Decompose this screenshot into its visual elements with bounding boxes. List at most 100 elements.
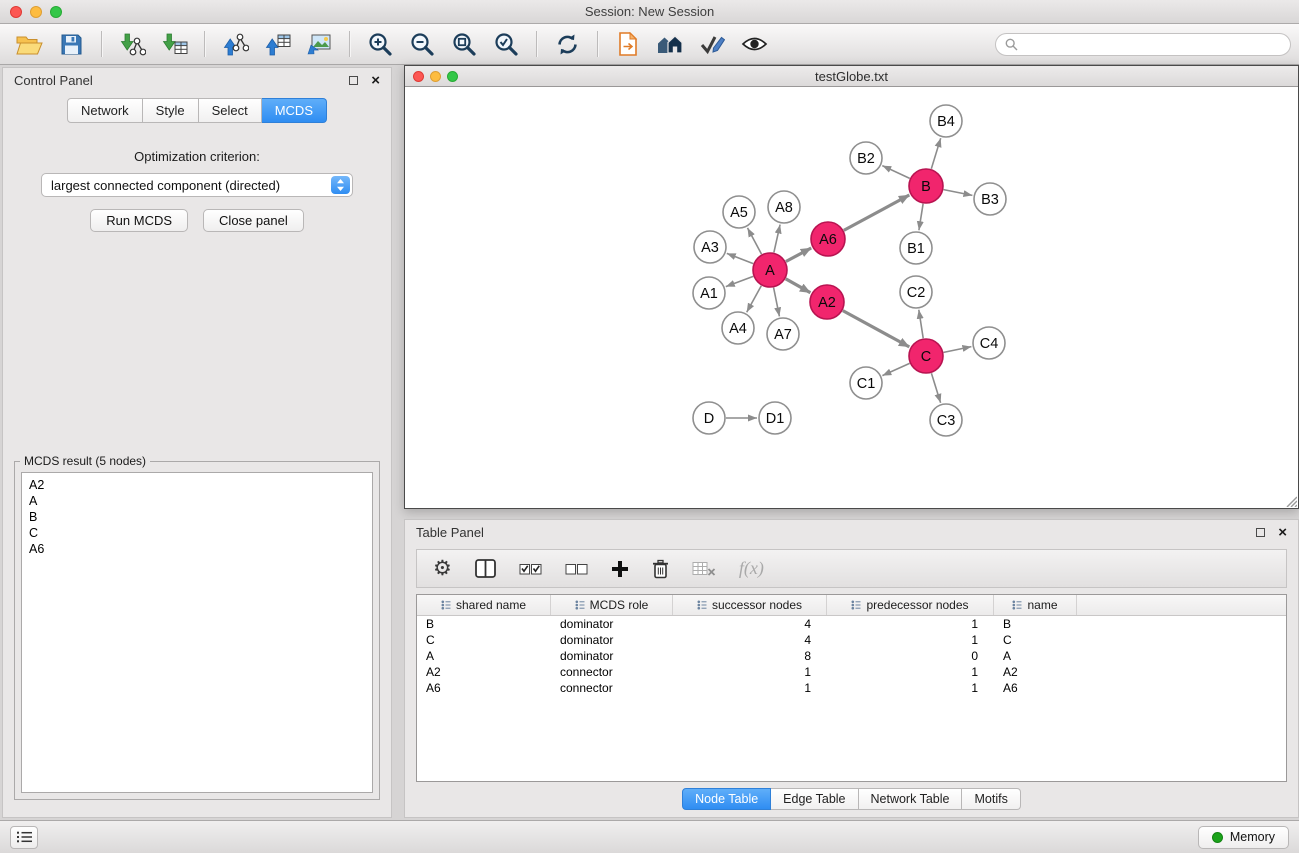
cell-shared-name[interactable]: A6	[417, 681, 551, 695]
float-panel-icon[interactable]	[349, 76, 358, 85]
tab-network[interactable]: Network	[67, 98, 143, 123]
cell-predecessor-nodes[interactable]: 1	[827, 633, 994, 647]
cell-predecessor-nodes[interactable]: 0	[827, 649, 994, 663]
graph-node-D[interactable]: D	[693, 402, 725, 434]
graph-node-A6[interactable]: A6	[811, 222, 845, 256]
close-table-panel-icon[interactable]: ×	[1278, 525, 1287, 540]
memory-button[interactable]: Memory	[1198, 826, 1289, 849]
mcds-result-list[interactable]: A2 A B C A6	[21, 472, 373, 793]
close-window-icon[interactable]	[10, 6, 22, 18]
column-header-successor-nodes[interactable]: successor nodes	[673, 595, 827, 615]
table-row[interactable]: C dominator 4 1 C	[417, 632, 1286, 648]
cell-mcds-role[interactable]: dominator	[551, 649, 673, 663]
optimization-criterion-dropdown[interactable]: largest connected component (directed)	[41, 173, 353, 197]
cell-shared-name[interactable]: A	[417, 649, 551, 663]
unselect-all-button[interactable]	[565, 561, 588, 577]
tab-select[interactable]: Select	[199, 98, 262, 123]
graph-node-A[interactable]: A	[753, 253, 787, 287]
apply-style-button[interactable]	[694, 28, 730, 60]
add-row-button[interactable]	[611, 560, 629, 578]
graph-node-A3[interactable]: A3	[694, 231, 726, 263]
table-row[interactable]: A2 connector 1 1 A2	[417, 664, 1286, 680]
graph-edge-A-A6[interactable]	[786, 248, 811, 262]
zoom-window-icon[interactable]	[50, 6, 62, 18]
graph-node-A5[interactable]: A5	[723, 196, 755, 228]
column-header-shared-name[interactable]: shared name	[417, 595, 551, 615]
graph-edge-C-C4[interactable]	[944, 347, 972, 353]
zoom-out-button[interactable]	[404, 28, 440, 60]
graph-edge-C-C2[interactable]	[919, 310, 923, 338]
graph-node-B[interactable]: B	[909, 169, 943, 203]
graph-node-A2[interactable]: A2	[810, 285, 844, 319]
network-window-titlebar[interactable]: testGlobe.txt	[405, 66, 1298, 87]
cell-predecessor-nodes[interactable]: 1	[827, 617, 994, 631]
cell-name[interactable]: B	[994, 617, 1077, 631]
graph-node-A1[interactable]: A1	[693, 277, 725, 309]
network-graph[interactable]: B4B2BB3A5A8A6B1A3AC2A1A2A4A7C4CC1C3DD1	[405, 88, 1298, 509]
delete-row-button[interactable]	[652, 559, 669, 579]
graph-edge-A-A2[interactable]	[786, 279, 811, 293]
graph-edge-C-C3[interactable]	[931, 373, 940, 403]
graph-node-B3[interactable]: B3	[974, 183, 1006, 215]
graph-edge-A2-C[interactable]	[843, 311, 910, 347]
graphics-details-button[interactable]	[736, 28, 772, 60]
column-header-name[interactable]: name	[994, 595, 1077, 615]
graph-node-A8[interactable]: A8	[768, 191, 800, 223]
tab-network-table[interactable]: Network Table	[859, 788, 963, 810]
graph-edge-A-A8[interactable]	[774, 225, 780, 253]
zoom-view-icon[interactable]	[447, 71, 458, 82]
minimize-window-icon[interactable]	[30, 6, 42, 18]
cell-mcds-role[interactable]: connector	[551, 665, 673, 679]
graph-node-D1[interactable]: D1	[759, 402, 791, 434]
export-network-button[interactable]	[217, 28, 253, 60]
float-table-panel-icon[interactable]	[1256, 528, 1265, 537]
export-image-button[interactable]	[301, 28, 337, 60]
graph-edge-A-A1[interactable]	[726, 276, 753, 286]
graph-edge-B-B4[interactable]	[931, 138, 940, 169]
clone-network-button[interactable]	[610, 28, 646, 60]
search-box[interactable]	[995, 33, 1291, 56]
minimize-view-icon[interactable]	[430, 71, 441, 82]
graph-node-A4[interactable]: A4	[722, 312, 754, 344]
graph-node-B1[interactable]: B1	[900, 232, 932, 264]
import-table-button[interactable]	[156, 28, 192, 60]
column-header-predecessor-nodes[interactable]: predecessor nodes	[827, 595, 994, 615]
show-column-button[interactable]	[475, 559, 496, 578]
graph-node-A7[interactable]: A7	[767, 318, 799, 350]
graph-node-C4[interactable]: C4	[973, 327, 1005, 359]
cell-name[interactable]: A6	[994, 681, 1077, 695]
export-table-button[interactable]	[259, 28, 295, 60]
graph-edge-C-C1[interactable]	[882, 363, 909, 375]
import-network-button[interactable]	[114, 28, 150, 60]
graph-edge-A-A4[interactable]	[747, 286, 762, 312]
cell-shared-name[interactable]: A2	[417, 665, 551, 679]
close-view-icon[interactable]	[413, 71, 424, 82]
cell-shared-name[interactable]: C	[417, 633, 551, 647]
tab-motifs[interactable]: Motifs	[962, 788, 1020, 810]
cell-mcds-role[interactable]: connector	[551, 681, 673, 695]
cell-successor-nodes[interactable]: 4	[673, 617, 827, 631]
graph-edge-A-A5[interactable]	[748, 228, 762, 254]
cell-name[interactable]: A	[994, 649, 1077, 663]
cell-predecessor-nodes[interactable]: 1	[827, 681, 994, 695]
tab-mcds[interactable]: MCDS	[262, 98, 327, 123]
resize-grip-icon[interactable]	[1284, 494, 1297, 507]
function-builder-button[interactable]: f(x)	[739, 558, 764, 579]
table-settings-button[interactable]: ⚙	[433, 558, 452, 579]
home-button[interactable]	[652, 28, 688, 60]
tab-edge-table[interactable]: Edge Table	[771, 788, 858, 810]
cell-successor-nodes[interactable]: 1	[673, 665, 827, 679]
table-row[interactable]: A6 connector 1 1 A6	[417, 680, 1286, 696]
search-input[interactable]	[1024, 37, 1281, 51]
network-canvas[interactable]: B4B2BB3A5A8A6B1A3AC2A1A2A4A7C4CC1C3DD1	[405, 88, 1298, 508]
zoom-fit-button[interactable]	[446, 28, 482, 60]
tab-node-table[interactable]: Node Table	[682, 788, 771, 810]
graph-node-B4[interactable]: B4	[930, 105, 962, 137]
graph-node-C1[interactable]: C1	[850, 367, 882, 399]
graph-node-C[interactable]: C	[909, 339, 943, 373]
run-mcds-button[interactable]: Run MCDS	[90, 209, 188, 232]
graph-node-C3[interactable]: C3	[930, 404, 962, 436]
cell-successor-nodes[interactable]: 1	[673, 681, 827, 695]
close-panel-button[interactable]: Close panel	[203, 209, 304, 232]
cell-shared-name[interactable]: B	[417, 617, 551, 631]
